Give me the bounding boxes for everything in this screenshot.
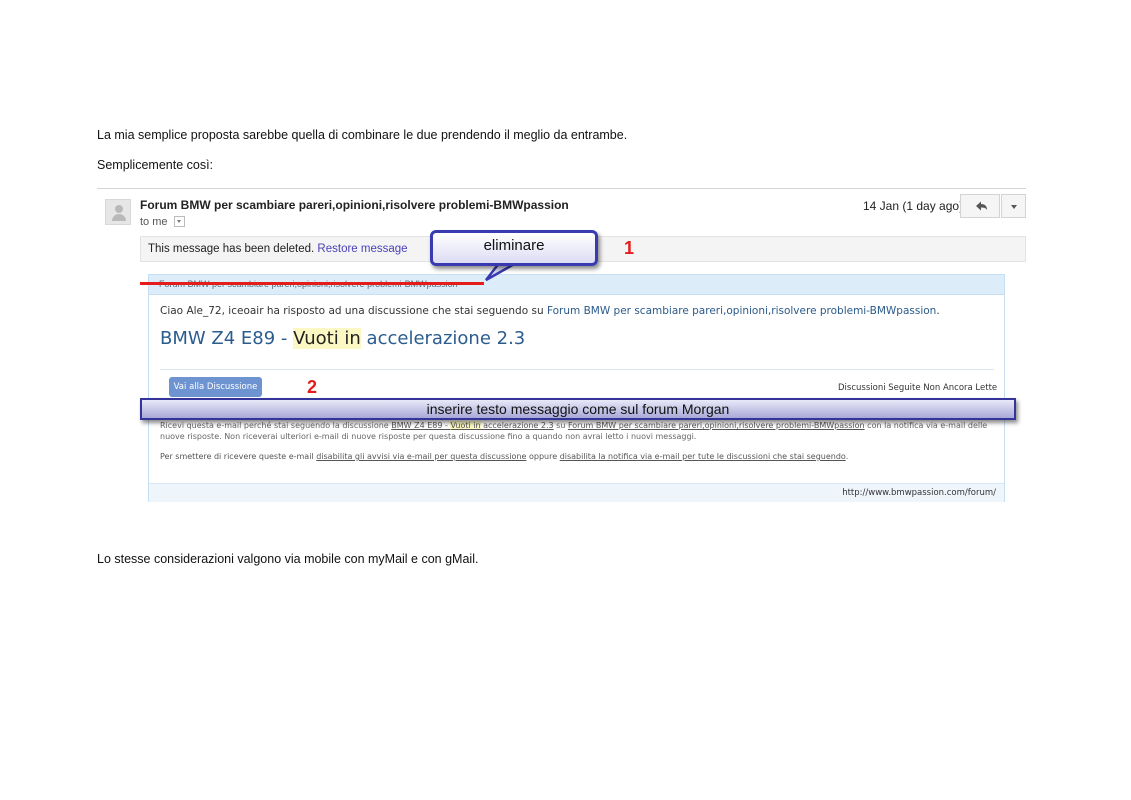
greeting-suffix: . [936,305,940,317]
forum-link[interactable]: Forum BMW per scambiare pareri,opinioni,… [547,305,936,317]
recipient-label: to me [140,216,168,228]
thread-link[interactable]: BMW Z4 E89 - Vuoti in accelerazione 2.3 [391,421,554,430]
person-icon [105,199,131,225]
email-recipient: to me [140,215,185,228]
email-sender[interactable]: Forum BMW per scambiare pareri,opinioni,… [140,198,569,212]
title-highlight: Vuoti in [293,328,361,349]
callout-eliminare: eliminare [430,230,598,266]
deleted-text: This message has been deleted. [148,243,315,255]
card-header: Forum BMW per scambiare pareri,opinioni,… [149,275,1004,295]
chevron-down-icon[interactable] [173,215,185,227]
annotation-number-2: 2 [307,377,318,397]
card-footer: http://www.bmwpassion.com/forum/ [149,483,1004,502]
unsub-middle: oppure [526,452,560,461]
notification-body: Ricevi questa e-mail perché stai seguend… [160,420,1000,442]
restore-message-link[interactable]: Restore message [317,243,407,255]
body-part2: su [553,421,568,430]
unsubscribe-text: Per smettere di ricevere queste e-mail d… [160,452,1000,461]
footer-url-link[interactable]: http://www.bmwpassion.com/forum/ [842,488,996,498]
email-date: 14 Jan (1 day ago) [863,199,964,213]
disable-thread-alerts-link[interactable]: disabilita gli avvisi via e-mail per que… [316,452,526,461]
go-to-discussion-button[interactable]: Vai alla Discussione [169,377,262,397]
body-part1: Ricevi questa e-mail perché stai seguend… [160,421,392,430]
unsub-prefix: Per smettere di ricevere queste e-mail [160,452,317,461]
followed-threads-link[interactable]: Discussioni Seguite Non Ancora Lette [838,383,997,393]
reply-button[interactable] [960,194,1000,218]
unsub-suffix: . [845,452,849,461]
forum-email-card: Forum BMW per scambiare pareri,opinioni,… [148,274,1005,502]
thread-title[interactable]: BMW Z4 E89 - Vuoti in accelerazione 2.3 [160,328,525,349]
more-actions-button[interactable] [1001,194,1026,218]
disable-all-alerts-link[interactable]: disabilita la notifica via e-mail per tu… [560,452,846,461]
annotation-insert-bar: inserire testo messaggio come sul forum … [140,398,1016,420]
paragraph-proposal: La mia semplice proposta sarebbe quella … [97,128,628,142]
strike-through-mark [140,282,484,285]
paragraph-mobile: Lo stesse considerazioni valgono via mob… [97,552,479,566]
greeting: Ciao Ale_72, iceoair ha risposto ad una … [160,305,940,317]
divider [160,369,994,370]
title-part1: BMW Z4 E89 - [160,328,294,349]
paragraph-intro: Semplicemente così: [97,158,214,172]
thread-link-b: accelerazione 2.3 [480,421,554,430]
forum-link-body[interactable]: Forum BMW per scambiare pareri,opinioni,… [568,421,865,430]
greeting-prefix: Ciao Ale_72, iceoair ha risposto ad una … [160,305,547,317]
annotation-number-1: 1 [624,238,635,258]
title-part2: accelerazione 2.3 [360,328,526,349]
thread-link-a: BMW Z4 E89 - [391,421,451,430]
thread-link-highlight: Vuoti in [450,421,481,430]
reply-arrow-icon [976,201,987,211]
